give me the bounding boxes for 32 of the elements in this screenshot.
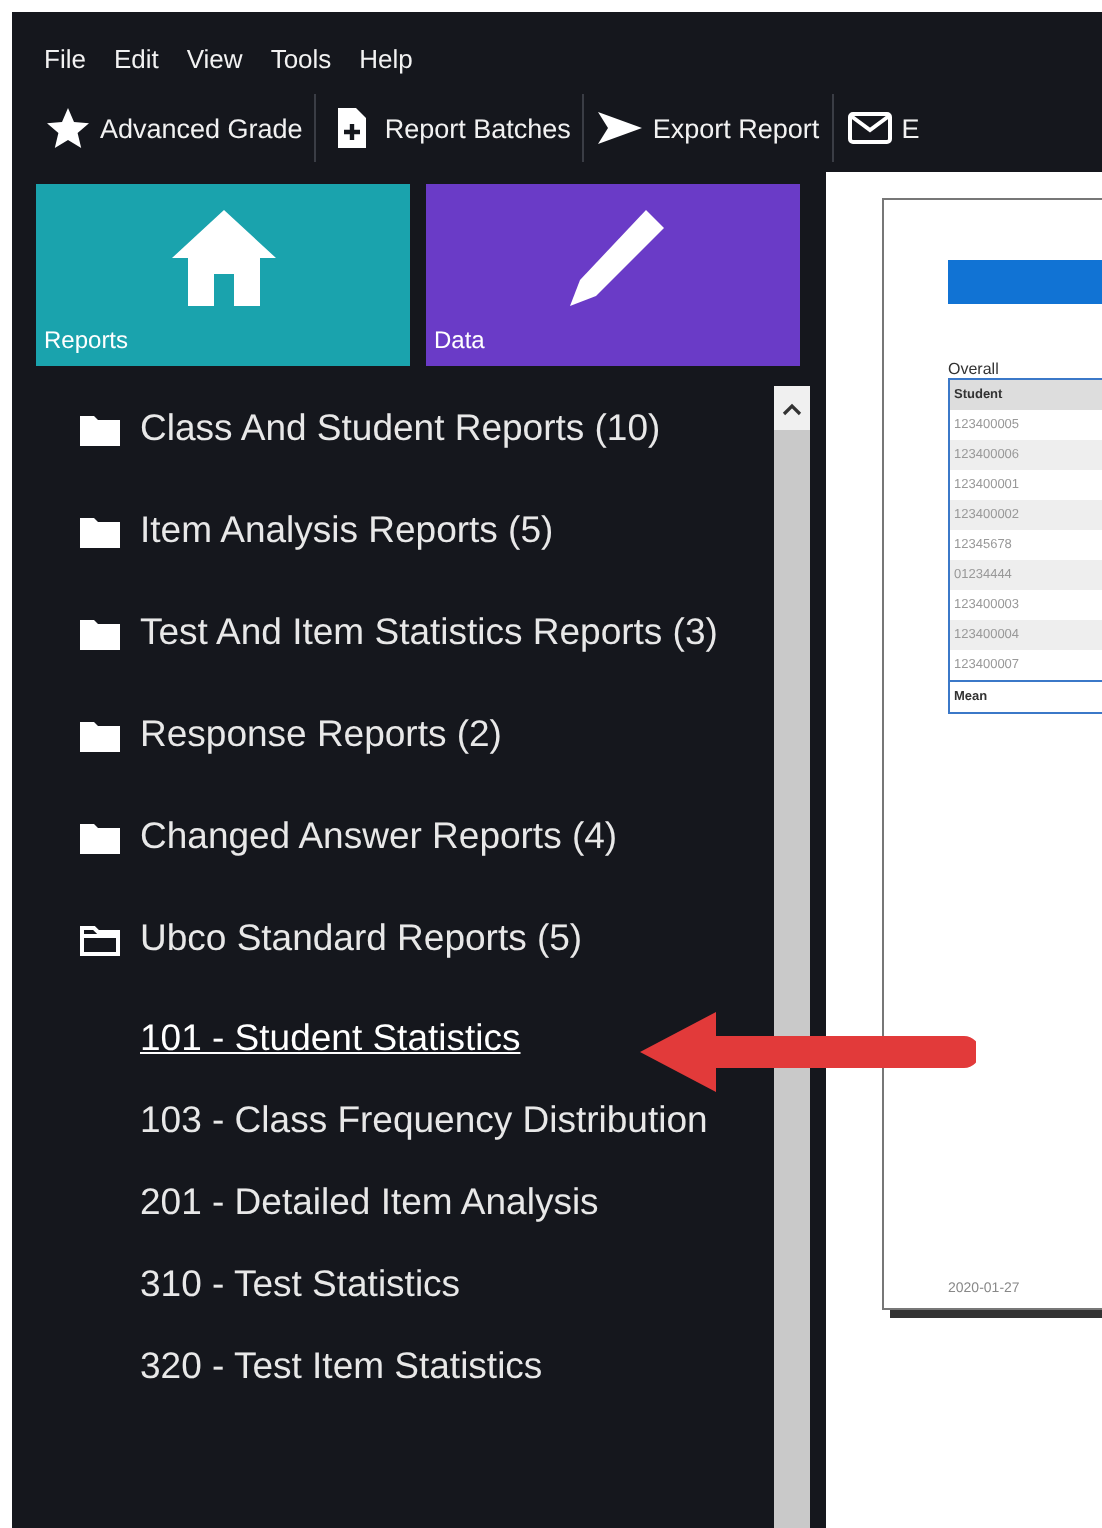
folder-icon	[80, 822, 120, 854]
tree-folder[interactable]: Item Analysis Reports (5)	[80, 488, 746, 590]
toolbar-button[interactable]: Export Report	[584, 94, 832, 162]
tree-folder[interactable]: Ubco Standard Reports (5)	[80, 896, 746, 998]
menu-item[interactable]: Help	[359, 43, 413, 73]
star-icon	[44, 104, 92, 152]
menu-item[interactable]: View	[186, 43, 243, 73]
folder-icon	[80, 720, 120, 752]
report-section-title: Overall	[948, 360, 1001, 378]
scroll-up-icon[interactable]	[782, 401, 802, 415]
menu-item[interactable]: Edit	[113, 43, 159, 73]
folder-icon	[80, 618, 120, 650]
menu-item[interactable]: Tools	[270, 43, 332, 73]
nav-tile[interactable]: Data	[426, 184, 800, 366]
tree-folder[interactable]: Test And Item Statistics Reports (3)	[80, 590, 746, 692]
toolbar-button[interactable]: Advanced Grade	[32, 94, 315, 162]
open-folder-icon	[80, 924, 120, 956]
scrollbar[interactable]	[774, 386, 810, 1528]
toolbar-button[interactable]: Report Batches	[316, 94, 583, 162]
report-link[interactable]: 201 - Detailed Item Analysis	[140, 1162, 746, 1244]
menu-item[interactable]: File	[44, 43, 86, 73]
tree-folder[interactable]: Changed Answer Reports (4)	[80, 794, 746, 896]
toolbar-button[interactable]: E	[833, 94, 932, 162]
folder-icon	[80, 516, 120, 548]
tree-folder[interactable]: Class And Student Reports (10)	[80, 386, 746, 488]
tree-folder[interactable]: Response Reports (2)	[80, 692, 746, 794]
report-link[interactable]: 101 - Student Statistics	[140, 998, 746, 1080]
report-link[interactable]: 320 - Test Item Statistics	[140, 1326, 746, 1408]
home-icon	[167, 205, 279, 309]
folder-icon	[80, 414, 120, 446]
report-link[interactable]: 103 - Class Frequency Distribution	[140, 1080, 746, 1162]
report-link[interactable]: 310 - Test Statistics	[140, 1244, 746, 1326]
